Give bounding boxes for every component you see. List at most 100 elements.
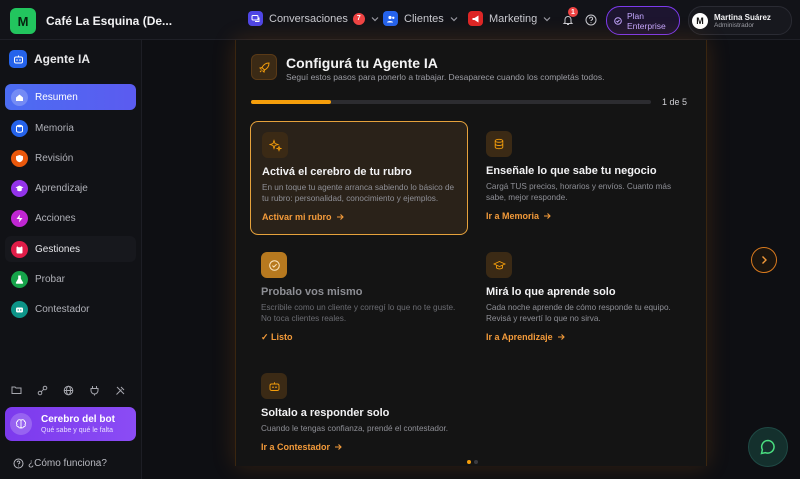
help-button[interactable] [583, 12, 599, 28]
sidebar-item-gestiones[interactable]: Gestiones [5, 236, 136, 262]
sidebar-item-probar[interactable]: Probar [5, 266, 136, 292]
onboarding-progress-bar [251, 100, 651, 104]
step-link[interactable]: Ir a Aprendizaje [486, 332, 682, 342]
onboarding-title: Configurá tu Agente IA [286, 55, 438, 71]
graduation-cap-icon [486, 252, 512, 278]
sidebar-item-label: Memoria [35, 122, 74, 134]
check-circle-icon [261, 252, 287, 278]
brain-subtitle: Qué sabe y qué le falta [41, 427, 113, 434]
arrow-right-icon [335, 444, 342, 450]
step-title: Soltalo a responder solo [261, 407, 390, 419]
chat-launcher-button[interactable] [748, 427, 788, 467]
avatar: M [692, 12, 708, 29]
users-icon [383, 11, 398, 26]
onboarding-subtitle: Seguí estos pasos para ponerlo a trabaja… [286, 72, 605, 82]
progress-fill [251, 100, 331, 104]
plan-badge[interactable]: Plan Enterprise [606, 6, 680, 35]
step-link[interactable]: Ir a Memoria [486, 211, 682, 221]
integrations-icon[interactable] [36, 384, 48, 396]
user-role: Administrador [714, 21, 755, 29]
carousel-dot[interactable] [467, 460, 471, 464]
sidebar-item-acciones[interactable]: Acciones [5, 205, 136, 231]
sidebar-item-aprendizaje[interactable]: Aprendizaje [5, 175, 136, 201]
home-icon [11, 88, 28, 106]
step-card-aprendizaje[interactable]: Mirá lo que aprende solo Cada noche apre… [475, 242, 693, 356]
sidebar-item-label: Revisión [35, 152, 74, 164]
sidebar-item-resumen[interactable]: Resumen [5, 84, 136, 110]
how-it-works-label: ¿Cómo funciona? [28, 458, 107, 469]
megaphone-icon [468, 11, 483, 26]
brain-title: Cerebro del bot [41, 414, 115, 425]
sidebar-title: Agente IA [34, 52, 91, 66]
carousel-dot[interactable] [474, 460, 478, 464]
plan-line2: Enterprise [627, 20, 666, 31]
progress-count: 1 de 5 [662, 97, 688, 107]
step-title: Mirá lo que aprende solo [486, 286, 616, 298]
sidebar-item-revision[interactable]: Revisión [5, 145, 136, 171]
tools-icon[interactable] [114, 384, 126, 396]
clipboard-icon [11, 240, 28, 258]
nav-clientes[interactable]: Clientes [383, 11, 458, 26]
step-title: Activá el cerebro de tu rubro [262, 166, 412, 178]
nav-marketing-label: Marketing [489, 12, 538, 25]
nav-conversaciones-label: Conversaciones [269, 12, 348, 25]
sidebar-item-label: Probar [35, 273, 66, 285]
question-circle-icon [13, 458, 24, 469]
sidebar-item-label: Acciones [35, 212, 76, 224]
chevron-down-icon [371, 16, 379, 21]
step-card-rubro[interactable]: Activá el cerebro de tu rubro En un toqu… [250, 121, 468, 235]
onboarding-panel: Configurá tu Agente IA Seguí estos pasos… [235, 40, 707, 466]
user-name: Martina Suárez [714, 12, 771, 22]
brain-icon [10, 413, 32, 435]
bolt-icon [11, 209, 28, 227]
database-icon [11, 119, 28, 137]
folder-icon[interactable] [10, 384, 22, 396]
globe-icon[interactable] [62, 384, 74, 396]
question-circle-icon [585, 14, 597, 26]
sidebar-tools [10, 384, 126, 396]
bot-icon [261, 373, 287, 399]
step-link-label: Activar mi rubro [262, 212, 332, 222]
next-slide-button[interactable] [751, 247, 777, 273]
database-icon [486, 131, 512, 157]
step-done-text: ✓ Listo [261, 332, 293, 342]
sidebar-item-label: Contestador [35, 303, 90, 315]
step-description: Cargá TUS precios, horarios y envíos. Cu… [486, 182, 672, 202]
sidebar-item-memoria[interactable]: Memoria [5, 115, 136, 141]
main-content: Configurá tu Agente IA Seguí estos pasos… [142, 40, 800, 479]
top-bar: M Café La Esquina (De... Conversaciones … [0, 0, 800, 40]
user-menu[interactable]: M Martina Suárez Administrador [688, 6, 792, 35]
chevron-right-icon [762, 256, 767, 264]
step-card-memoria[interactable]: Enseñale lo que sabe tu negocio Cargá TU… [475, 121, 693, 235]
step-description: Cuando le tengas confianza, prendé el co… [261, 424, 449, 433]
arrow-right-icon [557, 334, 565, 340]
step-description: En un toque tu agente arranca sabiendo l… [262, 183, 455, 203]
shield-icon [11, 149, 28, 167]
sidebar: Agente IA Resumen Memoria Revisión Apren… [0, 40, 142, 479]
step-link-label: Ir a Memoria [486, 211, 540, 221]
graduation-cap-icon [11, 179, 28, 197]
step-title: Probalo vos mismo [261, 286, 363, 298]
step-link[interactable]: Ir a Contestador [261, 442, 457, 452]
how-it-works-link[interactable]: ¿Cómo funciona? [13, 458, 107, 469]
nav-conversaciones[interactable]: Conversaciones 7 [248, 11, 379, 26]
sidebar-header: Agente IA [9, 50, 90, 68]
step-description: Cada noche aprende de cómo responde tu e… [486, 303, 671, 323]
workspace-switcher[interactable]: M Café La Esquina (De... [10, 8, 172, 34]
bot-brain-button[interactable]: Cerebro del bot Qué sabe y qué le falta [5, 407, 136, 441]
sidebar-item-label: Aprendizaje [35, 182, 88, 194]
workspace-name: Café La Esquina (De... [46, 14, 173, 28]
sidebar-item-contestador[interactable]: Contestador [5, 296, 136, 322]
nav-clientes-label: Clientes [404, 12, 444, 25]
workspace-logo: M [10, 8, 36, 34]
arrow-right-icon [336, 214, 344, 220]
rocket-icon [251, 54, 277, 80]
plug-icon[interactable] [88, 384, 100, 396]
notifications-badge: 1 [568, 7, 578, 17]
sparkles-icon [262, 132, 288, 158]
carousel-dots [467, 460, 478, 464]
step-card-contestador[interactable]: Soltalo a responder solo Cuando le tenga… [250, 363, 468, 463]
nav-marketing[interactable]: Marketing [468, 11, 551, 26]
step-card-probar[interactable]: Probalo vos mismo Escribile como un clie… [250, 242, 468, 356]
step-link[interactable]: Activar mi rubro [262, 212, 456, 222]
